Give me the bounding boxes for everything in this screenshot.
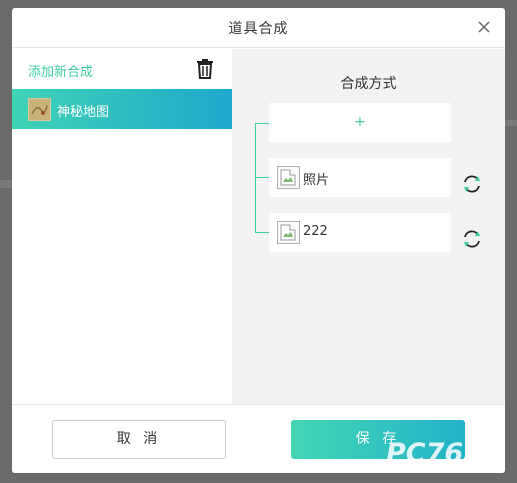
dialog-header: 道具合成 — [12, 8, 505, 48]
refresh-icon[interactable] — [461, 173, 483, 195]
broken-image-icon — [277, 221, 300, 244]
connector-tick — [255, 123, 269, 124]
watermark-logo: PC76 — [386, 438, 464, 469]
refresh-icon[interactable] — [461, 228, 483, 250]
close-icon[interactable] — [475, 18, 493, 36]
map-thumbnail — [28, 98, 51, 121]
add-ingredient-slot[interactable]: + — [269, 103, 451, 142]
ingredient-slot[interactable]: 照片 — [269, 158, 451, 197]
map-road — [505, 120, 517, 126]
trash-icon[interactable] — [194, 58, 216, 80]
broken-image-icon — [277, 166, 300, 189]
compose-dialog: 道具合成 添加新合成 神秘地图 合成方式 + 照片 222 取 消 保 存 — [12, 8, 505, 473]
recipe-list-item-label: 神秘地图 — [57, 105, 110, 120]
recipe-list-item[interactable]: 神秘地图 — [12, 89, 232, 129]
compose-method-panel: 合成方式 + 照片 222 — [232, 49, 505, 404]
ingredient-label: 222 — [303, 224, 328, 239]
add-recipe-link[interactable]: 添加新合成 — [28, 61, 93, 80]
map-road — [0, 180, 12, 188]
cancel-button[interactable]: 取 消 — [52, 420, 226, 459]
compose-method-title: 合成方式 — [340, 76, 397, 92]
dialog-title: 道具合成 — [228, 21, 289, 37]
recipe-list-panel: 添加新合成 神秘地图 — [12, 49, 232, 404]
connector-tick — [255, 232, 269, 233]
ingredient-slot[interactable]: 222 — [269, 213, 451, 252]
connector-tick — [255, 177, 269, 178]
ingredient-label: 照片 — [303, 173, 330, 188]
